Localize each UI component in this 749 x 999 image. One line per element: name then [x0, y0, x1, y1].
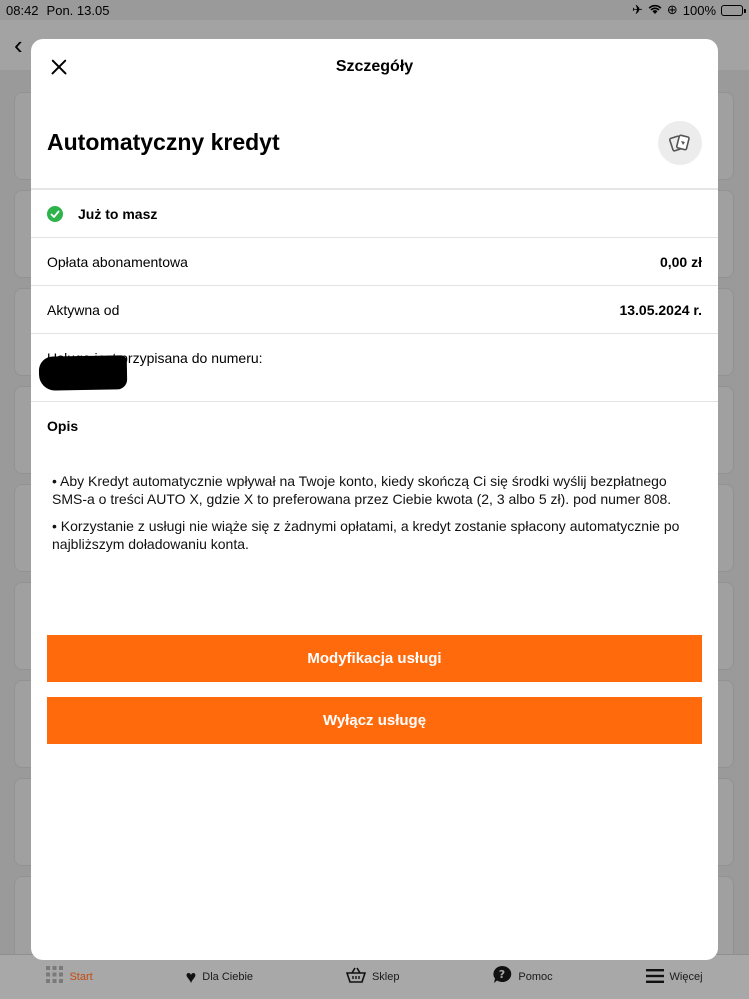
details-modal: Szczegóły Automatyczny kredyt Już to mas… [31, 39, 718, 960]
service-name: Automatyczny kredyt [47, 129, 280, 155]
fee-label: Opłata abonamentowa [47, 253, 188, 270]
tab-wiecej[interactable]: Więcej [645, 967, 703, 988]
battery-percent: 100% [682, 2, 716, 18]
tab-dla-ciebie[interactable]: ♥ Dla Ciebie [186, 967, 253, 988]
airplane-icon: ✈ [631, 2, 643, 17]
owned-status-row: Już to masz [31, 190, 718, 238]
orientation-lock-icon: ⊕ [666, 2, 678, 17]
tab-label: Start [69, 971, 93, 983]
cards-icon [658, 121, 702, 165]
tab-pomoc[interactable]: ? Pomoc [492, 965, 553, 989]
tab-label: Więcej [669, 971, 703, 983]
tab-label: Dla Ciebie [202, 971, 254, 983]
status-time: 08:42 [6, 2, 39, 18]
status-date: Pon. 13.05 [46, 2, 110, 18]
grid-icon [46, 966, 64, 988]
menu-icon [645, 967, 664, 988]
owned-label: Już to masz [78, 205, 158, 222]
battery-icon [721, 4, 746, 16]
modal-header: Szczegóły [31, 39, 718, 95]
assigned-number-row: Usługa jest przypisana do numeru: [31, 334, 718, 402]
fee-value: 0,00 zł [659, 253, 702, 270]
tab-label: Pomoc [518, 971, 553, 983]
description-item: • Korzystanie z usługi nie wiąże się z ż… [52, 518, 680, 552]
disable-service-button[interactable]: Wyłącz usługę [47, 697, 702, 744]
tab-label: Sklep [371, 971, 400, 983]
svg-text:?: ? [499, 968, 505, 981]
active-since-value: 13.05.2024 r. [619, 301, 702, 318]
tab-start[interactable]: Start [46, 966, 93, 988]
modal-title: Szczegóły [335, 58, 414, 75]
tab-bar: Start ♥ Dla Ciebie Sklep ? Pomoc Więcej [0, 954, 749, 999]
status-bar: 08:42 Pon. 13.05 ✈ ⊕ 100% [0, 0, 749, 20]
active-since-label: Aktywna od [47, 301, 120, 318]
back-icon[interactable]: ‹ [14, 30, 23, 61]
service-header: Automatyczny kredyt [31, 95, 718, 190]
description-title: Opis [47, 418, 79, 434]
active-since-row: Aktywna od 13.05.2024 r. [31, 286, 718, 334]
heart-icon: ♥ [185, 966, 197, 987]
modify-service-button[interactable]: Modyfikacja usługi [47, 635, 702, 682]
description-section: Opis • Aby Kredyt automatycznie wpływał … [31, 402, 718, 553]
help-bubble-icon: ? [492, 965, 512, 989]
tab-sklep[interactable]: Sklep [345, 967, 400, 988]
fee-row: Opłata abonamentowa 0,00 zł [31, 238, 718, 286]
basket-icon [345, 967, 367, 988]
description-item: • Aby Kredyt automatycznie wpływał na Tw… [52, 473, 672, 507]
check-icon [47, 205, 63, 222]
wifi-icon [648, 3, 662, 18]
redacted-phone-number [38, 355, 128, 391]
assigned-number-label: Usługa jest przypisana do numeru: [47, 350, 263, 366]
